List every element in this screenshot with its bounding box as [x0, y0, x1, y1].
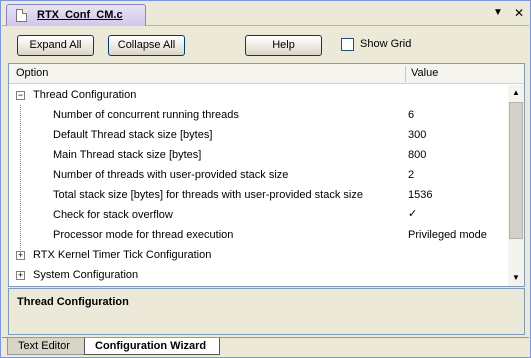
column-divider[interactable]	[405, 66, 406, 82]
document-tab-label: RTX_Conf_CM.c	[37, 9, 123, 21]
expand-toggle-icon[interactable]: +	[16, 271, 25, 280]
tab-text-editor[interactable]: Text Editor	[7, 338, 85, 355]
show-grid-checkbox[interactable]	[341, 38, 354, 51]
document-tab-bar: RTX_Conf_CM.c ▼ ✕	[2, 2, 529, 26]
row-label: Default Thread stack size [bytes]	[53, 129, 213, 141]
bottom-tab-bar: Text Editor Configuration Wizard	[2, 337, 529, 357]
collapse-toggle-icon[interactable]: −	[16, 91, 25, 100]
tree-row-concurrent-threads[interactable]: Number of concurrent running threads 6	[9, 105, 508, 125]
value-column-header[interactable]: Value	[411, 67, 438, 79]
row-label: Number of threads with user-provided sta…	[53, 169, 289, 181]
show-grid-label: Show Grid	[360, 38, 412, 50]
row-value[interactable]: 1536	[408, 185, 432, 205]
tree-row-thread-configuration[interactable]: − Thread Configuration	[9, 85, 508, 105]
row-value[interactable]: Privileged mode	[408, 225, 487, 245]
row-value[interactable]: 6	[408, 105, 414, 125]
description-panel: Thread Configuration	[8, 288, 525, 335]
row-value[interactable]: 2	[408, 165, 414, 185]
description-title: Thread Configuration	[17, 296, 129, 308]
row-label: System Configuration	[33, 269, 139, 281]
close-icon[interactable]: ✕	[514, 7, 524, 19]
vertical-scrollbar[interactable]: ▲ ▼	[508, 85, 524, 286]
option-column-header[interactable]: Option	[16, 67, 48, 79]
configuration-grid: Option Value − Thread Configuration Numb…	[8, 63, 525, 287]
row-label: Check for stack overflow	[53, 209, 173, 221]
scrollbar-thumb[interactable]	[509, 102, 523, 239]
configuration-window: RTX_Conf_CM.c ▼ ✕ Expand All Collapse Al…	[0, 0, 531, 358]
collapse-all-button[interactable]: Collapse All	[108, 35, 185, 56]
grid-header: Option Value	[9, 64, 524, 84]
tree-row-default-stack-size[interactable]: Default Thread stack size [bytes] 300	[9, 125, 508, 145]
toolbar: Expand All Collapse All Help Show Grid	[2, 27, 529, 63]
file-icon	[16, 9, 27, 22]
dropdown-icon[interactable]: ▼	[493, 7, 503, 19]
row-label: Processor mode for thread execution	[53, 229, 234, 241]
help-button[interactable]: Help	[245, 35, 322, 56]
row-label: Thread Configuration	[33, 89, 137, 101]
row-label: RTX Kernel Timer Tick Configuration	[33, 249, 212, 261]
document-tab[interactable]: RTX_Conf_CM.c	[6, 4, 146, 26]
tree-row-timer-tick-configuration[interactable]: + RTX Kernel Timer Tick Configuration	[9, 245, 508, 265]
tab-configuration-wizard[interactable]: Configuration Wizard	[84, 338, 220, 355]
tree-row-stack-overflow-check[interactable]: Check for stack overflow ✓	[9, 205, 508, 225]
row-value[interactable]: 300	[408, 125, 426, 145]
expand-all-button[interactable]: Expand All	[17, 35, 94, 56]
row-label: Total stack size [bytes] for threads wit…	[53, 189, 363, 201]
tree-row-main-stack-size[interactable]: Main Thread stack size [bytes] 800	[9, 145, 508, 165]
tree-row-user-stack-threads[interactable]: Number of threads with user-provided sta…	[9, 165, 508, 185]
row-label: Main Thread stack size [bytes]	[53, 149, 202, 161]
row-value[interactable]: 800	[408, 145, 426, 165]
tree-row-system-configuration[interactable]: + System Configuration	[9, 265, 508, 285]
stack-overflow-checkbox[interactable]: ✓	[408, 209, 419, 220]
expand-toggle-icon[interactable]: +	[16, 251, 25, 260]
scroll-down-arrow-icon[interactable]: ▼	[508, 270, 524, 286]
tree-row-total-stack-size[interactable]: Total stack size [bytes] for threads wit…	[9, 185, 508, 205]
tree-row-processor-mode[interactable]: Processor mode for thread execution Priv…	[9, 225, 508, 245]
row-label: Number of concurrent running threads	[53, 109, 239, 121]
scroll-up-arrow-icon[interactable]: ▲	[508, 85, 524, 101]
